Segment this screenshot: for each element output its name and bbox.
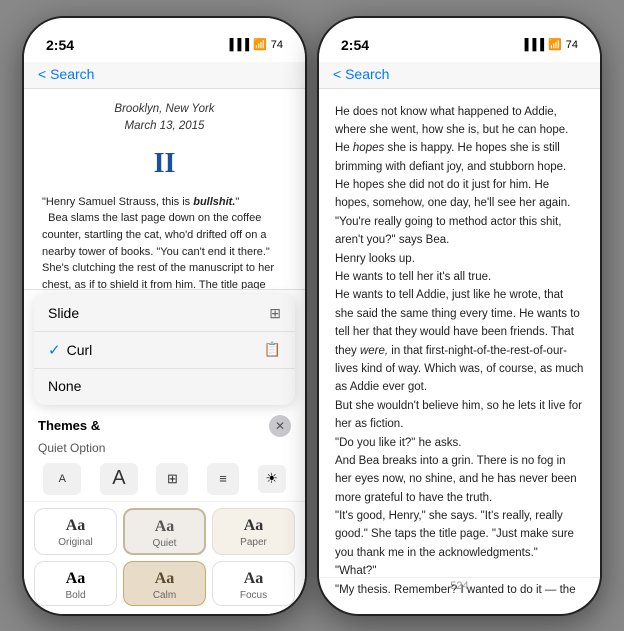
transition-curl[interactable]: ✓ Curl 📋 bbox=[34, 332, 295, 369]
signal-icon: ▐▐▐ bbox=[226, 39, 249, 51]
none-label: None bbox=[48, 378, 81, 394]
page-number-bar: 524 bbox=[319, 577, 600, 594]
wifi-icon: 📶 bbox=[253, 38, 267, 51]
themes-bar: Themes & ✕ bbox=[24, 409, 305, 441]
brightness-button[interactable]: ☀ bbox=[258, 465, 286, 493]
font-style-button[interactable]: ⊞ bbox=[156, 463, 188, 495]
font-small-button[interactable]: A bbox=[43, 463, 81, 495]
theme-focus[interactable]: Aa Focus bbox=[212, 561, 295, 606]
battery-right: 74 bbox=[566, 39, 578, 51]
theme-quiet[interactable]: Aa Quiet bbox=[123, 508, 206, 555]
battery-left: 74 bbox=[271, 39, 283, 51]
book-content-right: He does not know what happened to Addie,… bbox=[319, 89, 600, 597]
wifi-icon-right: 📶 bbox=[548, 38, 562, 51]
bottom-panel: Slide ⊞ ✓ Curl 📋 None Themes & bbox=[24, 289, 305, 614]
status-bar-right: 2:54 ▐▐▐ 📶 74 bbox=[319, 18, 600, 62]
theme-original-name: Original bbox=[58, 537, 92, 548]
slide-label: Slide bbox=[48, 305, 79, 321]
nav-bar-right: < Search bbox=[319, 62, 600, 89]
transition-slide[interactable]: Slide ⊞ bbox=[34, 296, 295, 332]
time-left: 2:54 bbox=[46, 37, 74, 53]
transition-menu: Slide ⊞ ✓ Curl 📋 None bbox=[34, 294, 295, 405]
theme-bold-name: Bold bbox=[65, 590, 85, 601]
back-button-left[interactable]: < Search bbox=[38, 66, 94, 82]
theme-quiet-name: Quiet bbox=[153, 538, 177, 549]
theme-calm-name: Calm bbox=[153, 590, 176, 601]
phones-container: 2:54 ▐▐▐ 📶 74 < Search Brooklyn, New Yor… bbox=[22, 16, 602, 616]
phone-left: 2:54 ▐▐▐ 📶 74 < Search Brooklyn, New Yor… bbox=[22, 16, 307, 616]
quiet-option-label: Quiet Option bbox=[24, 441, 305, 459]
theme-grid: Aa Original Aa Quiet Aa Paper Aa Bold bbox=[24, 502, 305, 614]
slide-icon: ⊞ bbox=[269, 305, 281, 322]
theme-quiet-aa: Aa bbox=[155, 518, 175, 536]
theme-bold-aa: Aa bbox=[66, 570, 86, 588]
status-bar-left: 2:54 ▐▐▐ 📶 74 bbox=[24, 18, 305, 62]
theme-original[interactable]: Aa Original bbox=[34, 508, 117, 555]
theme-bold[interactable]: Aa Bold bbox=[34, 561, 117, 606]
transition-none[interactable]: None bbox=[34, 369, 295, 403]
curl-label: Curl bbox=[67, 342, 93, 358]
theme-paper[interactable]: Aa Paper bbox=[212, 508, 295, 555]
nav-bar-left: < Search bbox=[24, 62, 305, 89]
status-icons-right: ▐▐▐ 📶 74 bbox=[521, 38, 578, 51]
theme-paper-name: Paper bbox=[240, 537, 267, 548]
chapter-number: II bbox=[42, 142, 287, 185]
theme-original-aa: Aa bbox=[66, 517, 86, 535]
status-icons-left: ▐▐▐ 📶 74 bbox=[226, 38, 283, 51]
theme-calm-aa: Aa bbox=[155, 570, 175, 588]
theme-focus-name: Focus bbox=[240, 590, 267, 601]
theme-focus-aa: Aa bbox=[244, 570, 264, 588]
page-number: 524 bbox=[450, 580, 468, 592]
back-button-right[interactable]: < Search bbox=[333, 66, 389, 82]
time-right: 2:54 bbox=[341, 37, 369, 53]
book-content-left: Brooklyn, New YorkMarch 13, 2015 II "Hen… bbox=[24, 89, 305, 309]
book-header: Brooklyn, New YorkMarch 13, 2015 bbox=[42, 101, 287, 137]
signal-icon-right: ▐▐▐ bbox=[521, 39, 544, 51]
font-large-button[interactable]: A bbox=[100, 463, 138, 495]
layout-button[interactable]: ≡ bbox=[207, 463, 239, 495]
check-icon: ✓ bbox=[48, 341, 61, 359]
phone-right: 2:54 ▐▐▐ 📶 74 < Search He does not know … bbox=[317, 16, 602, 616]
close-button[interactable]: ✕ bbox=[269, 415, 291, 437]
font-row: A A ⊞ ≡ ☀ bbox=[24, 459, 305, 502]
theme-calm[interactable]: Aa Calm bbox=[123, 561, 206, 606]
themes-label: Themes & bbox=[38, 418, 100, 433]
theme-paper-aa: Aa bbox=[244, 517, 264, 535]
curl-icon: 📋 bbox=[264, 341, 281, 358]
